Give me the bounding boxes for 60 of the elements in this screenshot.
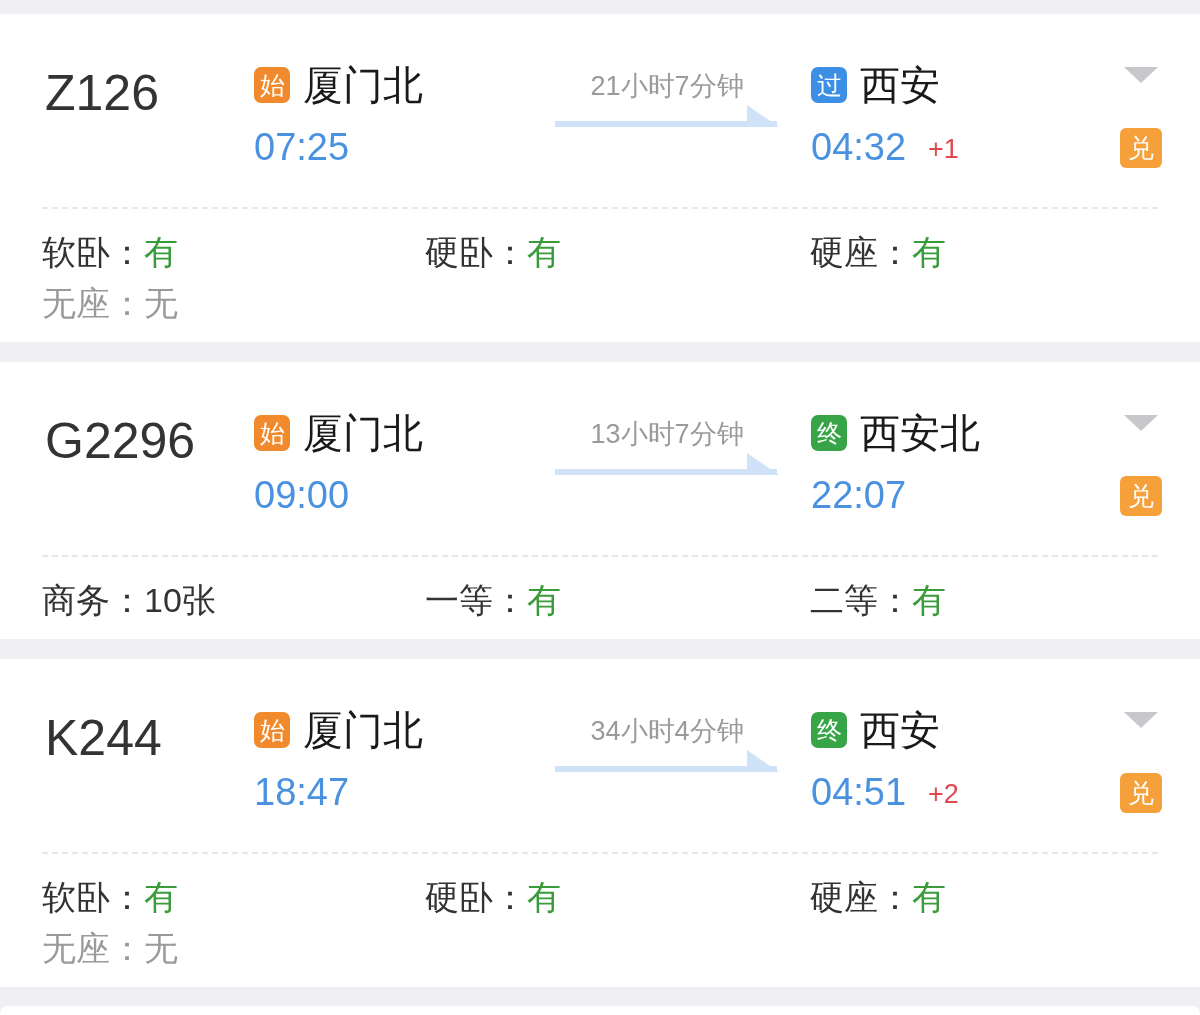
time-text: 07:25 xyxy=(254,127,350,167)
duration-text: 34小时4分钟 xyxy=(590,717,744,745)
seat-class-label: 软卧： xyxy=(42,232,144,272)
station-type-badge: 终 xyxy=(811,712,847,748)
redeem-badge: 兑 xyxy=(1120,476,1162,516)
station-type-badge: 始 xyxy=(254,415,290,451)
seat-availability: 10张 xyxy=(144,580,216,620)
seat-class-label: 无座： xyxy=(42,283,144,323)
station-name: 厦门北 xyxy=(303,64,423,106)
seat-class-label: 商务： xyxy=(42,580,144,620)
redeem-badge: 兑 xyxy=(1120,128,1162,168)
seat-class-label: 硬座： xyxy=(810,232,912,272)
duration-text: 21小时7分钟 xyxy=(590,72,744,100)
seat-availability: 有 xyxy=(527,877,561,917)
station-name: 西安 xyxy=(860,709,940,751)
seat-availability: 无 xyxy=(144,928,178,968)
day-offset-text: +2 xyxy=(928,779,959,809)
station-name: 西安北 xyxy=(860,412,980,454)
seat-availability: 无 xyxy=(144,283,178,323)
right-arrow-icon xyxy=(555,453,779,475)
seat-class-label: 软卧： xyxy=(42,877,144,917)
seat-availability: 有 xyxy=(912,580,946,620)
train-card[interactable]: G2296 始 厦门北 09:00 13小时7分钟 终 西安北 22:07 兑 商务：10张 一等：有 二等：有 xyxy=(0,362,1200,639)
seat-availability: 有 xyxy=(912,232,946,272)
train-card[interactable]: K244 始 厦门北 18:47 34小时4分钟 终 西安 04:51 +2 兑 软卧：有 硬卧：有 硬座：有 无座：无 xyxy=(0,659,1200,987)
seat-class-label: 硬卧： xyxy=(425,232,527,272)
right-arrow-icon xyxy=(555,105,779,127)
train-card[interactable]: Z126 始 厦门北 07:25 21小时7分钟 过 西安 04:32 +1 兑 软卧：有 硬卧：有 硬座：有 无座：无 xyxy=(0,14,1200,342)
seat-class-label: 二等： xyxy=(810,580,912,620)
seat-class-label: 硬座： xyxy=(810,877,912,917)
station-name: 厦门北 xyxy=(303,412,423,454)
time-text: 04:51 xyxy=(811,772,907,812)
duration-text: 13小时7分钟 xyxy=(590,420,744,448)
seat-availability: 有 xyxy=(144,232,178,272)
time-text: 22:07 xyxy=(811,475,907,515)
train-number: Z126 xyxy=(45,65,159,121)
station-type-badge: 过 xyxy=(811,67,847,103)
seat-availability: 有 xyxy=(912,877,946,917)
seat-class-label: 无座： xyxy=(42,928,144,968)
station-name: 西安 xyxy=(860,64,940,106)
caret-icon[interactable] xyxy=(1124,415,1158,431)
station-type-badge: 始 xyxy=(254,712,290,748)
station-type-badge: 始 xyxy=(254,67,290,103)
station-type-badge: 终 xyxy=(811,415,847,451)
time-text: 09:00 xyxy=(254,475,350,515)
caret-icon[interactable] xyxy=(1124,67,1158,83)
day-offset-text: +1 xyxy=(928,134,959,164)
seat-class-label: 硬卧： xyxy=(425,877,527,917)
train-number: G2296 xyxy=(45,413,196,469)
seat-class-label: 一等： xyxy=(425,580,527,620)
redeem-badge: 兑 xyxy=(1120,773,1162,813)
station-name: 厦门北 xyxy=(303,709,423,751)
train-number: K244 xyxy=(45,710,162,766)
caret-icon[interactable] xyxy=(1124,712,1158,728)
right-arrow-icon xyxy=(555,750,779,772)
seat-availability: 有 xyxy=(527,580,561,620)
seat-availability: 有 xyxy=(527,232,561,272)
time-text: 04:32 xyxy=(811,127,907,167)
seat-availability: 有 xyxy=(144,877,178,917)
time-text: 18:47 xyxy=(254,772,350,812)
